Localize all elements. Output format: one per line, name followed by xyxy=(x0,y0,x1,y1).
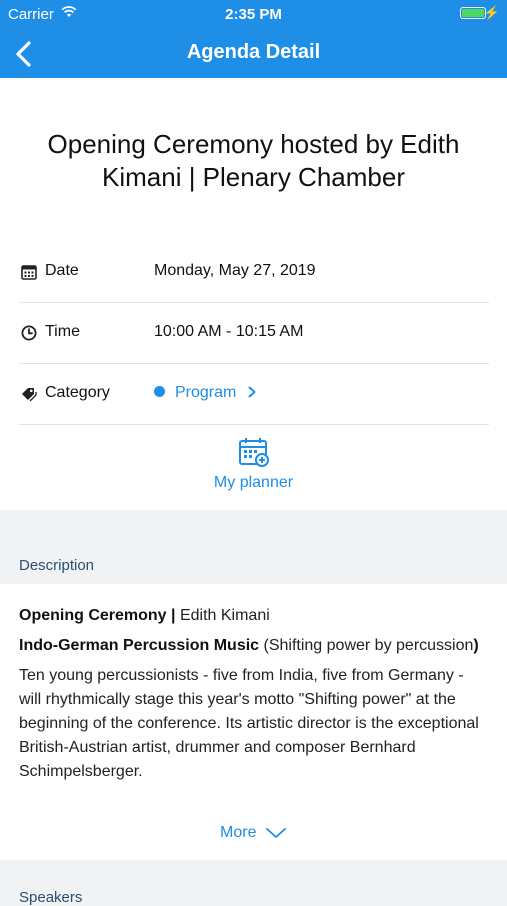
battery-icon xyxy=(460,7,486,19)
more-button[interactable]: More xyxy=(0,824,507,842)
speakers-section-title: Speakers xyxy=(19,889,83,906)
clock-icon xyxy=(21,325,37,341)
more-label: More xyxy=(220,824,257,841)
description-heading: Opening Ceremony | Edith Kimani xyxy=(19,607,270,624)
category-label: Category xyxy=(45,384,110,401)
event-detail-card: Opening Ceremony hosted by Edith Kimani … xyxy=(0,78,507,510)
my-planner-label: My planner xyxy=(213,474,294,491)
category-link[interactable]: Program xyxy=(154,384,257,402)
time-value: 10:00 AM - 10:15 AM xyxy=(154,323,304,340)
event-title: Opening Ceremony hosted by Edith Kimani … xyxy=(47,129,460,192)
calendar-add-icon xyxy=(238,438,269,467)
description-section-title: Description xyxy=(19,557,95,574)
clock-time: 2:35 PM xyxy=(225,6,282,23)
category-dot xyxy=(154,386,165,397)
description-text: Opening Ceremony | Edith Kimani Indo-Ger… xyxy=(19,604,489,790)
navigation-bar: Agenda Detail xyxy=(0,30,507,78)
tag-icon xyxy=(21,386,37,402)
time-label: Time xyxy=(45,323,80,340)
date-label: Date xyxy=(45,262,79,279)
my-planner-button[interactable]: My planner xyxy=(0,436,507,492)
category-value: Program xyxy=(175,384,237,401)
chevron-down-icon xyxy=(266,827,286,838)
time-row: Time 10:00 AM - 10:15 AM xyxy=(19,303,489,364)
chevron-right-icon xyxy=(248,386,256,398)
description-card: Opening Ceremony | Edith Kimani Indo-Ger… xyxy=(0,584,507,860)
description-subtitle: Indo-German Percussion Music (Shifting p… xyxy=(19,637,479,654)
category-row[interactable]: Category Program xyxy=(19,364,489,425)
calendar-icon xyxy=(21,264,37,280)
charging-bolt-icon: ⚡ xyxy=(483,5,500,20)
date-value: Monday, May 27, 2019 xyxy=(154,262,316,279)
description-body: Ten young percussionists - five from Ind… xyxy=(19,667,479,780)
date-row: Date Monday, May 27, 2019 xyxy=(19,242,489,303)
page-title: Agenda Detail xyxy=(186,41,321,63)
status-bar: Carrier 2:35 PM ⚡ xyxy=(0,0,507,30)
